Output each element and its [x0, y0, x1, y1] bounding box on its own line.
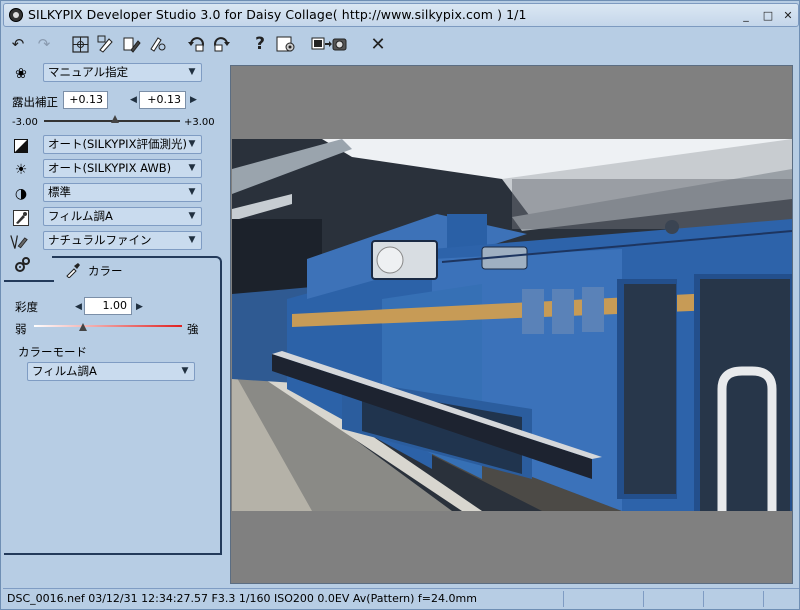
sharpness-row: ナチュラルファイン ▼: [4, 231, 222, 253]
rotate-right-icon[interactable]: [211, 33, 233, 55]
weak-label: 弱: [15, 322, 27, 336]
sharpness-icon[interactable]: [10, 233, 28, 251]
chevron-down-icon: ▼: [188, 67, 196, 77]
maximize-button[interactable]: □: [760, 8, 776, 23]
chevron-down-icon: ▼: [181, 366, 189, 376]
train-photo: [232, 139, 792, 511]
color-tab[interactable]: カラー: [52, 256, 222, 280]
color-mode-select-value: フィルム調A: [32, 364, 97, 378]
exposure-min-label: -3.00: [12, 117, 38, 128]
paste-icon[interactable]: [147, 33, 169, 55]
tools-tab-icon[interactable]: [14, 256, 32, 274]
dropper-icon: [64, 261, 82, 279]
window-title: SILKYPIX Developer Studio 3.0 for Daisy …: [28, 7, 527, 22]
status-separator: [703, 591, 704, 607]
color-tab-label: カラー: [88, 264, 123, 278]
camera-icon[interactable]: [309, 33, 349, 55]
contrast-row: ◑ 標準 ▼: [4, 183, 222, 205]
metering-select[interactable]: オート(SILKYPIX評価測光) ▼: [43, 135, 202, 154]
saturation-slider[interactable]: [34, 325, 182, 327]
chevron-down-icon: ▼: [188, 211, 196, 221]
color-mode-label: カラーモード: [18, 345, 87, 359]
color-select[interactable]: フィルム調A ▼: [43, 207, 202, 226]
color-mode-select[interactable]: フィルム調A ▼: [27, 362, 195, 381]
contrast-icon[interactable]: ◑: [12, 185, 30, 203]
app-logo-icon[interactable]: [9, 8, 23, 22]
image-preview-area[interactable]: [230, 65, 793, 584]
taste-icon[interactable]: ❀: [12, 65, 30, 83]
exposure-input-2[interactable]: +0.13: [139, 91, 186, 109]
chevron-down-icon: ▼: [188, 163, 196, 173]
exposure-label: 露出補正: [12, 95, 58, 109]
redo-icon[interactable]: ↷: [33, 33, 55, 55]
saturation-increase-arrow[interactable]: ▶: [136, 302, 143, 312]
grid-icon[interactable]: [69, 33, 91, 55]
status-separator: [563, 591, 564, 607]
strong-label: 強: [187, 322, 199, 336]
chevron-down-icon: ▼: [188, 187, 196, 197]
help-icon[interactable]: ?: [249, 33, 271, 55]
close-icon[interactable]: ✕: [367, 33, 389, 55]
color-select-value: フィルム調A: [48, 209, 113, 223]
contrast-select[interactable]: 標準 ▼: [43, 183, 202, 202]
batch-develop-icon[interactable]: [121, 33, 143, 55]
taste-row: ❀ マニュアル指定 ▼: [4, 63, 222, 85]
tab-divider: [4, 280, 54, 282]
exposure-slider-thumb[interactable]: [110, 115, 119, 123]
close-window-button[interactable]: ✕: [780, 8, 796, 23]
metering-row: オート(SILKYPIX評価測光) ▼: [4, 135, 222, 157]
panel-right-border: [220, 280, 222, 555]
status-separator: [763, 591, 764, 607]
contrast-select-value: 標準: [48, 185, 71, 199]
chevron-down-icon: ▼: [188, 139, 196, 149]
exposure-slider-row: -3.00 +3.00: [4, 113, 222, 131]
wb-row: ☀ オート(SILKYPIX AWB) ▼: [4, 159, 222, 181]
exposure-decrease-arrow[interactable]: ◀: [130, 95, 137, 105]
panel-bottom-border: [4, 553, 222, 555]
develop-icon[interactable]: [95, 33, 117, 55]
app-window: SILKYPIX Developer Studio 3.0 for Daisy …: [0, 0, 800, 610]
metering-icon[interactable]: [12, 137, 30, 155]
status-bar: DSC_0016.nef 03/12/31 12:34:27.57 F3.3 1…: [3, 588, 799, 608]
taste-select[interactable]: マニュアル指定 ▼: [43, 63, 202, 82]
parameter-panel: ❀ マニュアル指定 ▼ 露出補正 +0.13 ◀ +0.13 ▶ -3.00 +…: [4, 59, 222, 585]
brush-icon[interactable]: [12, 209, 30, 227]
saturation-decrease-arrow[interactable]: ◀: [75, 302, 82, 312]
title-bar[interactable]: SILKYPIX Developer Studio 3.0 for Daisy …: [3, 3, 799, 27]
exposure-increase-arrow[interactable]: ▶: [190, 95, 197, 105]
exposure-input[interactable]: +0.13: [63, 91, 108, 109]
color-row: フィルム調A ▼: [4, 207, 222, 229]
wb-select[interactable]: オート(SILKYPIX AWB) ▼: [43, 159, 202, 178]
wb-select-value: オート(SILKYPIX AWB): [48, 161, 172, 175]
chevron-down-icon: ▼: [188, 235, 196, 245]
status-text: DSC_0016.nef 03/12/31 12:34:27.57 F3.3 1…: [7, 592, 477, 605]
saturation-slider-thumb[interactable]: [78, 323, 87, 331]
exposure-row: 露出補正 +0.13 ◀ +0.13 ▶: [4, 90, 222, 112]
sun-icon[interactable]: ☀: [12, 161, 30, 179]
metering-select-value: オート(SILKYPIX評価測光): [48, 137, 187, 151]
minimize-button[interactable]: _: [738, 8, 754, 23]
exposure-max-label: +3.00: [184, 117, 215, 128]
taste-select-value: マニュアル指定: [48, 65, 129, 79]
saturation-input[interactable]: 1.00: [84, 297, 132, 315]
sharpness-select[interactable]: ナチュラルファイン ▼: [43, 231, 202, 250]
undo-icon[interactable]: ↶: [7, 33, 29, 55]
status-separator: [643, 591, 644, 607]
preferences-icon[interactable]: [275, 33, 297, 55]
toolbar: ↶ ↷ ? ✕: [3, 30, 799, 58]
saturation-label: 彩度: [15, 300, 38, 314]
sharpness-select-value: ナチュラルファイン: [48, 233, 152, 247]
preview-photo[interactable]: [232, 139, 792, 511]
rotate-left-icon[interactable]: [185, 33, 207, 55]
